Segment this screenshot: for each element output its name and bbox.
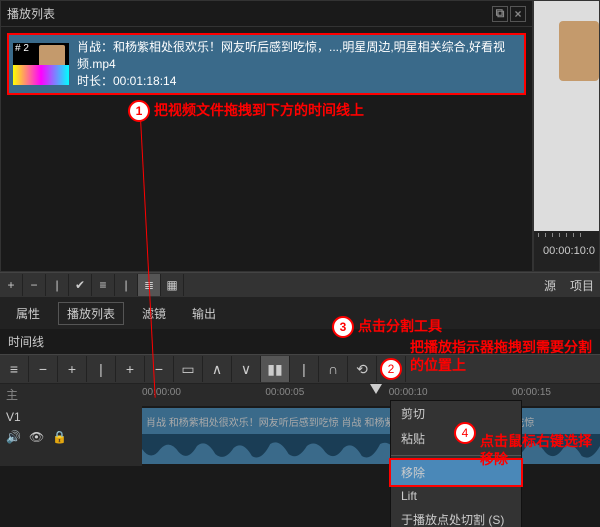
main-label: 主 xyxy=(0,384,142,406)
tab-filter[interactable]: 滤镜 xyxy=(134,303,174,324)
close-icon[interactable] xyxy=(510,6,526,22)
track-head[interactable]: V1 xyxy=(0,406,142,466)
timeline-toolbar: | ▭ | ⟲ xyxy=(0,354,600,384)
divider: | xyxy=(87,356,116,382)
playlist-item-title: 肖战：和杨紫相处很欢乐！网友听后感到吃惊，...,明星周边,明星相关综合,好看视… xyxy=(77,39,520,73)
playlist-thumbnail: # 2 xyxy=(13,43,69,85)
remove-button[interactable] xyxy=(23,274,46,296)
divider: | xyxy=(115,274,138,296)
lock-icon[interactable] xyxy=(52,430,67,444)
tab-export[interactable]: 输出 xyxy=(184,303,224,324)
lift-button[interactable] xyxy=(203,356,232,382)
scrub-button[interactable]: ⟲ xyxy=(348,356,377,382)
playlist-header: 播放列表 xyxy=(1,1,532,27)
timeline-ruler[interactable]: 00:00:00 00:00:05 00:00:10 00:00:15 xyxy=(142,384,600,406)
mute-icon[interactable] xyxy=(6,430,21,444)
ctx-remove[interactable]: 移除 xyxy=(389,458,523,487)
timeline-title: 时间线 xyxy=(0,329,600,354)
playlist-item[interactable]: # 2 肖战：和杨紫相处很欢乐！网友听后感到吃惊，...,明星周边,明星相关综合… xyxy=(7,33,526,95)
append-button[interactable] xyxy=(116,356,145,382)
float-icon[interactable] xyxy=(492,6,508,22)
add-button[interactable] xyxy=(0,274,23,296)
divider: | xyxy=(290,356,319,382)
project-tab[interactable]: 项目 xyxy=(570,277,594,294)
tab-row: 属性 播放列表 滤镜 输出 xyxy=(0,298,600,329)
tl-add-button[interactable] xyxy=(58,356,87,382)
check-button[interactable] xyxy=(69,274,92,296)
playlist-title: 播放列表 xyxy=(7,5,55,22)
playlist-panel: 播放列表 # 2 肖战：和杨紫相处很欢乐！网友听后感到吃惊，...,明星周边,明… xyxy=(0,0,533,272)
view-grid-button[interactable] xyxy=(161,274,184,296)
ctx-lift[interactable]: Lift xyxy=(391,485,521,507)
list-button[interactable] xyxy=(92,274,115,296)
playlist-item-duration: 时长：00:01:18:14 xyxy=(77,73,520,90)
ctx-split[interactable]: 于播放点处切割 (S) xyxy=(391,507,521,527)
tab-playlist[interactable]: 播放列表 xyxy=(58,302,124,325)
video-clip[interactable]: 肖战 和杨紫相处很欢乐！网友听后感到吃惊 肖战 和杨紫相处很欢乐！网友听后感到吃… xyxy=(142,408,600,434)
insert-button[interactable] xyxy=(232,356,261,382)
source-tab[interactable]: 源 xyxy=(544,277,556,294)
hide-icon[interactable] xyxy=(29,430,44,444)
menu-button[interactable] xyxy=(0,356,29,382)
audio-waveform[interactable] xyxy=(142,434,600,464)
preview-panel: 00:00:10:0 xyxy=(533,0,600,272)
context-menu: 剪切 粘贴 移除 Lift 于播放点处切割 (S) xyxy=(390,400,522,527)
split-button[interactable] xyxy=(261,356,290,382)
preview-timecode: 00:00:10:0 xyxy=(543,245,595,257)
playhead-icon[interactable] xyxy=(370,384,382,394)
overwrite-button[interactable]: ▭ xyxy=(174,356,203,382)
tab-attributes[interactable]: 属性 xyxy=(8,303,48,324)
delete-button[interactable] xyxy=(145,356,174,382)
tl-remove-button[interactable] xyxy=(29,356,58,382)
divider: | xyxy=(46,274,69,296)
snap-button[interactable] xyxy=(319,356,348,382)
mid-toolbar: | | 源 项目 xyxy=(0,272,600,298)
preview-frame[interactable] xyxy=(534,1,599,231)
